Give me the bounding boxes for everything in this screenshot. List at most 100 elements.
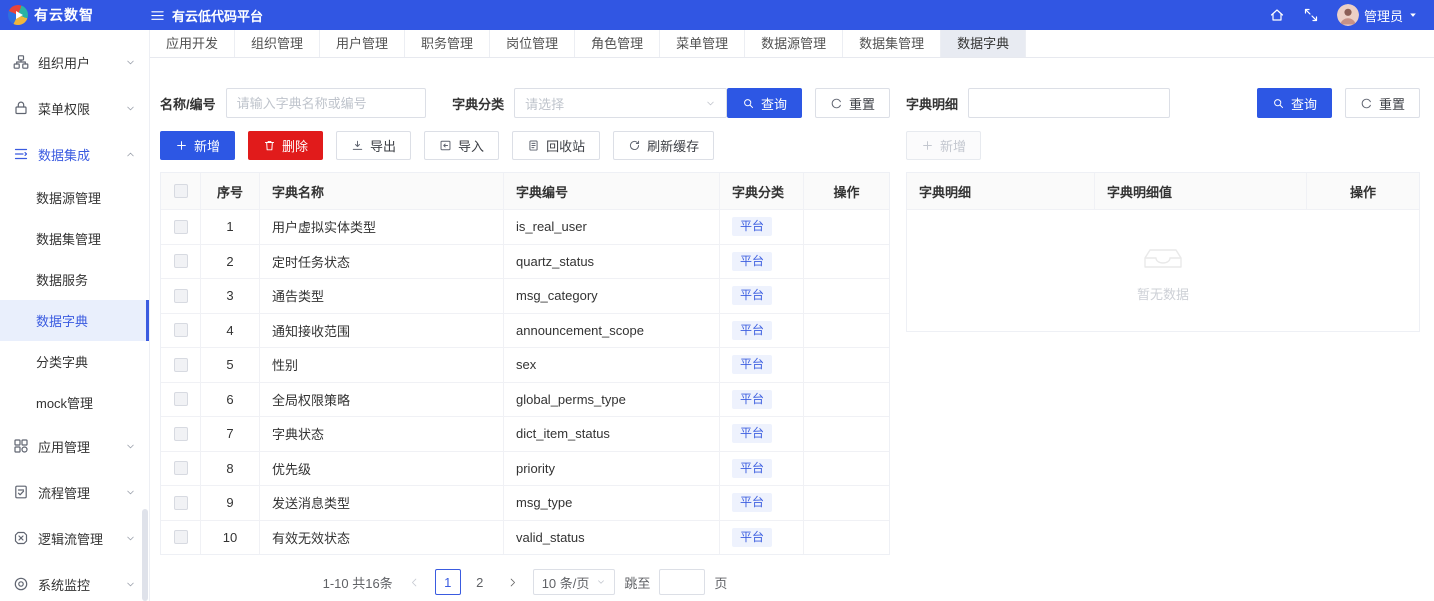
detail-search-button[interactable]: 查询 [1257, 88, 1332, 118]
fullscreen-icon[interactable] [1303, 7, 1319, 23]
name-code-input[interactable] [226, 88, 426, 118]
cell-code: msg_type [504, 486, 720, 520]
row-checkbox[interactable] [174, 323, 188, 337]
tab-7[interactable]: 数据源管理 [745, 30, 843, 57]
row-checkbox[interactable] [174, 358, 188, 372]
cell-checkbox [161, 417, 201, 451]
tab-1[interactable]: 组织管理 [235, 30, 320, 57]
row-checkbox[interactable] [174, 392, 188, 406]
detail-search-input[interactable] [968, 88, 1170, 118]
tab-9[interactable]: 数据字典 [941, 30, 1026, 57]
prev-page-icon[interactable] [404, 569, 426, 595]
app-title-area: 有云低代码平台 [150, 6, 263, 25]
row-checkbox[interactable] [174, 427, 188, 441]
dict-filter-row: 名称/编号 字典分类 请选择 查询 重置 [160, 88, 890, 118]
row-checkbox[interactable] [174, 496, 188, 510]
sidebar-item-data-integration[interactable]: 数据集成 [0, 131, 149, 177]
cell-no: 1 [201, 210, 260, 244]
cell-checkbox [161, 245, 201, 279]
sidebar-item-label: 组织用户 [38, 53, 90, 72]
cell-name: 字典状态 [260, 417, 504, 451]
hamburger-icon[interactable] [150, 8, 165, 23]
sidebar-item-label: 流程管理 [38, 483, 90, 502]
sidebar-subitem-2-0[interactable]: 数据源管理 [0, 177, 149, 218]
sidebar-subitem-2-3[interactable]: 数据字典 [0, 300, 149, 341]
sidebar-subitem-2-5[interactable]: mock管理 [0, 382, 149, 423]
table-row: 8优先级priority平台 [161, 451, 889, 486]
user-menu[interactable]: 管理员 [1337, 4, 1418, 26]
sidebar-scrollbar[interactable] [142, 509, 148, 601]
cell-category: 平台 [720, 486, 804, 520]
page-number-1[interactable]: 1 [435, 569, 461, 595]
jump-page-input[interactable] [659, 569, 705, 595]
category-tag: 平台 [732, 528, 772, 547]
cell-name: 性别 [260, 348, 504, 382]
tab-2[interactable]: 用户管理 [320, 30, 405, 57]
logic-flow-icon [13, 530, 29, 546]
cell-name: 全局权限策略 [260, 383, 504, 417]
sidebar-item-app-management[interactable]: 应用管理 [0, 423, 149, 469]
reset-button-label: 重置 [849, 94, 875, 113]
tab-8[interactable]: 数据集管理 [843, 30, 941, 57]
tab-3[interactable]: 职务管理 [405, 30, 490, 57]
chevron-down-icon [125, 533, 136, 544]
row-checkbox[interactable] [174, 530, 188, 544]
row-checkbox[interactable] [174, 254, 188, 268]
page-size-select[interactable]: 10 条/页 [533, 569, 616, 595]
next-page-icon[interactable] [502, 569, 524, 595]
tab-5[interactable]: 角色管理 [575, 30, 660, 57]
cell-code: sex [504, 348, 720, 382]
row-actions [804, 210, 889, 244]
select-all-checkbox[interactable] [174, 184, 188, 198]
reset-button[interactable]: 重置 [815, 88, 890, 118]
tab-6[interactable]: 菜单管理 [660, 30, 745, 57]
sidebar-item-process[interactable]: 流程管理 [0, 469, 149, 515]
cell-code: msg_category [504, 279, 720, 313]
cell-name: 通知接收范围 [260, 314, 504, 348]
cell-no: 10 [201, 521, 260, 555]
search-button[interactable]: 查询 [727, 88, 802, 118]
recycle-bin-button[interactable]: 回收站 [512, 131, 600, 160]
home-icon[interactable] [1269, 7, 1285, 23]
cell-checkbox [161, 210, 201, 244]
tab-0[interactable]: 应用开发 [150, 30, 235, 57]
category-tag: 平台 [732, 424, 772, 443]
sidebar-item-label: 应用管理 [38, 437, 90, 456]
sidebar-item-lock[interactable]: 菜单权限 [0, 85, 149, 131]
jump-label: 跳至 [624, 573, 650, 592]
tab-4[interactable]: 岗位管理 [490, 30, 575, 57]
sidebar-subitem-label: 数据服务 [36, 270, 88, 289]
cell-no: 7 [201, 417, 260, 451]
sidebar-item-monitor[interactable]: 系统监控 [0, 561, 149, 601]
export-button[interactable]: 导出 [336, 131, 411, 160]
row-checkbox[interactable] [174, 289, 188, 303]
pagination: 1-10 共16条 12 10 条/页 跳至 页 [160, 569, 890, 595]
add-button[interactable]: 新增 [160, 131, 235, 160]
refresh-cache-button[interactable]: 刷新缓存 [613, 131, 714, 160]
sidebar-subitem-2-2[interactable]: 数据服务 [0, 259, 149, 300]
name-code-label: 名称/编号 [160, 94, 216, 113]
sidebar-item-label: 菜单权限 [38, 99, 90, 118]
header-name: 字典名称 [260, 173, 504, 209]
category-tag: 平台 [732, 321, 772, 340]
cell-name: 通告类型 [260, 279, 504, 313]
import-button[interactable]: 导入 [424, 131, 499, 160]
avatar[interactable] [1337, 4, 1359, 26]
sidebar-item-logic-flow[interactable]: 逻辑流管理 [0, 515, 149, 561]
page-number-2[interactable]: 2 [467, 569, 493, 595]
chevron-up-icon [125, 149, 136, 160]
delete-button[interactable]: 删除 [248, 131, 323, 160]
row-checkbox[interactable] [174, 220, 188, 234]
sidebar-subitem-2-1[interactable]: 数据集管理 [0, 218, 149, 259]
detail-add-button-disabled[interactable]: 新增 [906, 131, 981, 160]
header-actions: 操作 [804, 173, 889, 209]
category-select[interactable]: 请选择 [514, 88, 727, 118]
detail-reset-button[interactable]: 重置 [1345, 88, 1420, 118]
sidebar-item-org-users[interactable]: 组织用户 [0, 39, 149, 85]
cell-code: valid_status [504, 521, 720, 555]
category-tag: 平台 [732, 390, 772, 409]
row-checkbox[interactable] [174, 461, 188, 475]
brand-name: 有云数智 [34, 5, 94, 25]
detail-table-header: 字典明细 字典明细值 操作 [907, 173, 1419, 209]
sidebar-subitem-2-4[interactable]: 分类字典 [0, 341, 149, 382]
